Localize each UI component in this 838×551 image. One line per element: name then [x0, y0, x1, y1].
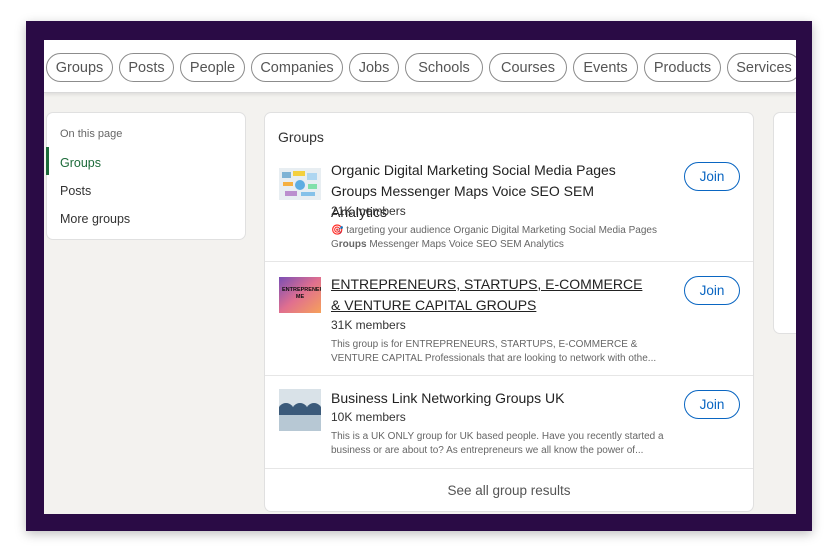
filter-jobs[interactable]: Jobs — [349, 53, 399, 82]
filter-posts[interactable]: Posts — [119, 53, 174, 82]
filter-courses[interactable]: Courses — [489, 53, 567, 82]
description-highlight: roups — [338, 239, 367, 250]
filter-schools[interactable]: Schools — [405, 53, 483, 82]
divider — [265, 261, 753, 262]
linkedin-search-page: Groups Posts People Companies Jobs Schoo… — [44, 40, 796, 514]
filter-products[interactable]: Products — [644, 53, 721, 82]
filter-groups[interactable]: Groups — [46, 53, 113, 82]
group-name[interactable]: ENTREPRENEURS, STARTUPS, E-COMMERCE & VE… — [331, 274, 651, 316]
right-rail-card — [773, 112, 796, 334]
join-button[interactable]: Join — [684, 390, 740, 419]
filter-events[interactable]: Events — [573, 53, 638, 82]
groups-results-card: Groups Organic Digital Marketing Social … — [264, 112, 754, 512]
on-this-page-nav: On this page Groups Posts More groups — [46, 112, 246, 240]
group-name[interactable]: Business Link Networking Groups UK — [331, 388, 651, 409]
group-thumbnail[interactable]: ENTREPRENEUR ME — [279, 277, 321, 313]
see-all-groups-link[interactable]: See all group results — [265, 468, 753, 512]
nav-item-posts[interactable]: Posts — [60, 184, 91, 198]
active-indicator — [46, 147, 49, 175]
nav-item-groups[interactable]: Groups — [60, 156, 101, 170]
nav-item-more-groups[interactable]: More groups — [60, 212, 130, 226]
group-members: 31K members — [331, 318, 406, 332]
search-filter-bar: Groups Posts People Companies Jobs Schoo… — [44, 40, 796, 93]
group-description: This group is for ENTREPRENEURS, STARTUP… — [331, 339, 657, 364]
group-members: 10K members — [331, 410, 406, 424]
screenshot-frame: Groups Posts People Companies Jobs Schoo… — [26, 21, 812, 531]
thumbnail-label: ENTREPRENEUR ME — [282, 287, 321, 300]
filter-people[interactable]: People — [180, 53, 245, 82]
section-title: Groups — [278, 129, 324, 145]
group-members: 21K members — [331, 204, 406, 218]
group-thumbnail[interactable] — [279, 389, 321, 431]
join-button[interactable]: Join — [684, 276, 740, 305]
group-description: This is a UK ONLY group for UK based peo… — [331, 431, 664, 456]
filter-services[interactable]: Services — [727, 53, 796, 82]
divider — [265, 375, 753, 376]
filter-pills: Groups Posts People Companies Jobs Schoo… — [46, 53, 796, 82]
description-text: Messenger Maps Voice SEO SEM Analytics — [366, 239, 564, 250]
group-thumbnail[interactable] — [279, 168, 321, 200]
filter-companies[interactable]: Companies — [251, 53, 343, 82]
nav-heading: On this page — [60, 128, 123, 140]
group-description: 🎯 targeting your audience Organic Digita… — [331, 224, 675, 252]
join-button[interactable]: Join — [684, 162, 740, 191]
